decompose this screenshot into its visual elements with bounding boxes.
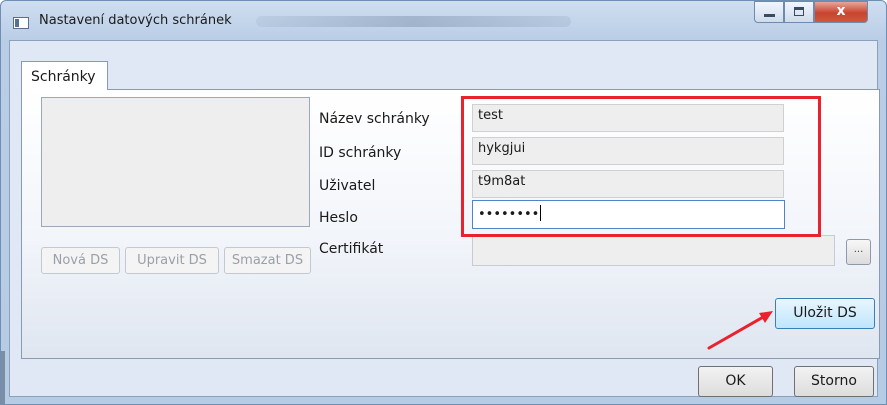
minimize-button[interactable] (754, 1, 784, 23)
maximize-button[interactable] (784, 1, 814, 23)
mailbox-name-label: Název schránky (319, 111, 430, 127)
blurred-title-text (256, 16, 571, 27)
edit-ds-button[interactable]: Upravit DS (125, 247, 219, 274)
mailbox-id-label: ID schránky (319, 145, 402, 161)
maximize-icon (794, 7, 804, 16)
ok-button[interactable]: OK (698, 366, 773, 397)
save-ds-button[interactable]: Uložit DS (775, 298, 875, 329)
close-button[interactable]: x (814, 1, 868, 23)
user-label: Uživatel (319, 178, 376, 194)
title-bar[interactable]: Nastavení datových schránek x (1, 1, 886, 41)
red-arrow-icon (707, 311, 773, 350)
window-title: Nastavení datových schránek (39, 13, 232, 28)
settings-window: Nastavení datových schránek x Schránky N… (0, 0, 887, 405)
new-ds-button[interactable]: Nová DS (41, 247, 120, 274)
close-icon: x (836, 3, 846, 19)
password-label: Heslo (319, 210, 358, 226)
certificate-label: Certifikát (319, 241, 384, 257)
browse-certificate-button[interactable]: ... (846, 239, 871, 265)
delete-ds-button[interactable]: Smazat DS (224, 247, 311, 274)
window-edge (1, 351, 5, 404)
certificate-input[interactable] (472, 235, 835, 266)
cancel-button[interactable]: Storno (794, 366, 874, 397)
tab-schranky[interactable]: Schránky (21, 61, 108, 90)
minimize-icon (764, 14, 775, 17)
highlight-box (461, 96, 821, 237)
window-icon (13, 17, 29, 29)
mailbox-list[interactable] (41, 97, 310, 227)
